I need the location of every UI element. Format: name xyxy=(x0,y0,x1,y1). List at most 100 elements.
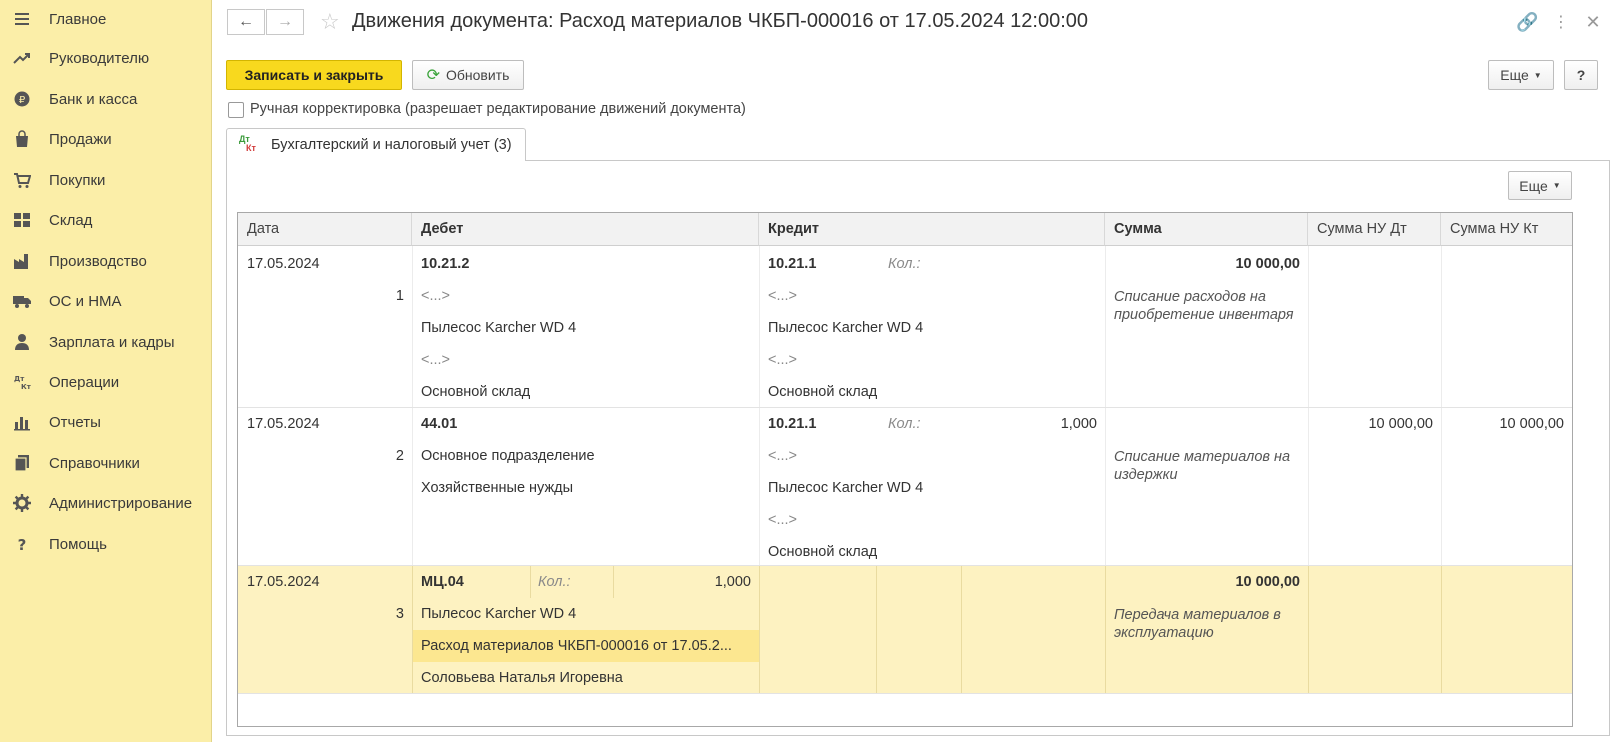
credit-account: 10.21.1 xyxy=(768,416,817,432)
arrow-left-icon: ← xyxy=(238,13,254,30)
debit-subconto: <...> xyxy=(421,352,451,368)
debit-subconto: Пылесос Karcher WD 4 xyxy=(421,320,577,336)
sidebar: Главное Руководителю ₽ Банк и касса Прод… xyxy=(0,0,212,742)
credit-qty-label: Кол.: xyxy=(888,256,921,272)
row-sum: 10 000,00 xyxy=(1235,256,1300,272)
movements-table[interactable]: Дата Дебет Кредит Сумма Сумма НУ Дт Сумм… xyxy=(237,212,1573,727)
sidebar-item-label: Операции xyxy=(49,373,120,391)
tab-accounting[interactable]: Дт Кт Бухгалтерский и налоговый учет (3) xyxy=(226,128,526,161)
column-header-credit[interactable]: Кредит xyxy=(759,213,1105,246)
row-content: Списание материалов на издержки xyxy=(1114,449,1291,483)
debit-subconto: Расход материалов ЧКБП-000016 от 17.05.2… xyxy=(421,638,732,654)
sidebar-item-main[interactable]: Главное xyxy=(0,0,212,38)
row-nu-dt: 10 000,00 xyxy=(1368,416,1433,432)
row-sum: 10 000,00 xyxy=(1235,574,1300,590)
sidebar-item-label: Зарплата и кадры xyxy=(49,333,175,351)
star-icon[interactable]: ☆ xyxy=(320,10,340,34)
sidebar-item-references[interactable]: Справочники xyxy=(0,444,212,482)
panel-more-button[interactable]: Еще ▼ xyxy=(1508,171,1572,200)
credit-subconto: <...> xyxy=(768,512,798,528)
table-row-selected[interactable]: 17.05.2024 3 МЦ.04 Кол.: 1,000 Пылесос K… xyxy=(238,566,1572,694)
svg-text:₽: ₽ xyxy=(19,95,26,106)
refresh-button[interactable]: ⟳ Обновить xyxy=(412,60,524,90)
sidebar-item-operations[interactable]: Дт Кт Операции xyxy=(0,363,212,401)
save-close-label: Записать и закрыть xyxy=(244,67,384,83)
debit-subconto: Основное подразделение xyxy=(421,448,595,464)
row-date: 17.05.2024 xyxy=(247,256,320,272)
sidebar-item-label: Покупки xyxy=(49,171,106,189)
bar-chart-icon xyxy=(12,412,32,432)
sidebar-item-assets[interactable]: ОС и НМА xyxy=(0,282,212,320)
sidebar-item-purchases[interactable]: Покупки xyxy=(0,161,212,199)
close-icon[interactable]: ✕ xyxy=(1582,12,1604,33)
debit-account: 44.01 xyxy=(421,416,458,432)
row-nu-kt: 10 000,00 xyxy=(1499,416,1564,432)
column-header-nu-kt[interactable]: Сумма НУ Кт xyxy=(1441,213,1572,246)
more-button[interactable]: Еще ▼ xyxy=(1488,60,1554,90)
page-title: Движения документа: Расход материалов ЧК… xyxy=(352,10,1089,32)
factory-icon xyxy=(12,251,32,271)
manual-edit-checkbox[interactable] xyxy=(228,102,244,118)
sidebar-item-sales[interactable]: Продажи xyxy=(0,120,212,158)
save-close-button[interactable]: Записать и закрыть xyxy=(226,60,402,90)
refresh-icon: ⟳ xyxy=(426,67,440,84)
credit-subconto: <...> xyxy=(768,352,798,368)
link-icon[interactable]: 🔗 xyxy=(1516,12,1538,33)
debit-subconto: Соловьева Наталья Игоревна xyxy=(421,670,623,686)
shopping-bag-icon xyxy=(12,129,32,149)
table-row[interactable]: 17.05.2024 2 44.01 Основное подразделени… xyxy=(238,408,1572,566)
debit-subconto: Пылесос Karcher WD 4 xyxy=(421,606,577,622)
sidebar-item-admin[interactable]: Администрирование xyxy=(0,484,212,522)
column-header-sum[interactable]: Сумма xyxy=(1105,213,1308,246)
menu-lines-icon xyxy=(12,9,32,29)
svg-text:Дт: Дт xyxy=(14,375,25,383)
sidebar-item-label: ОС и НМА xyxy=(49,292,122,310)
table-row[interactable]: 17.05.2024 1 10.21.2 <...> Пылесос Karch… xyxy=(238,246,1572,408)
more-vertical-icon[interactable]: ⋮ xyxy=(1550,12,1572,32)
row-number: 3 xyxy=(395,606,404,622)
books-icon xyxy=(12,453,32,473)
dropdown-arrow-icon: ▼ xyxy=(1533,70,1542,80)
sidebar-item-bank[interactable]: ₽ Банк и касса xyxy=(0,80,212,118)
refresh-label: Обновить xyxy=(446,67,510,83)
credit-subconto: Пылесос Karcher WD 4 xyxy=(768,480,924,496)
tab-label: Бухгалтерский и налоговый учет (3) xyxy=(271,137,512,153)
sidebar-item-help[interactable]: ? Помощь xyxy=(0,525,212,563)
debit-account: 10.21.2 xyxy=(421,256,470,272)
row-date: 17.05.2024 xyxy=(247,574,320,590)
coin-icon: ₽ xyxy=(12,89,32,109)
column-header-date[interactable]: Дата xyxy=(238,213,412,246)
sidebar-item-label: Администрирование xyxy=(49,494,193,512)
row-number: 2 xyxy=(395,448,404,464)
sidebar-item-production[interactable]: Производство xyxy=(0,242,212,280)
sidebar-item-reports[interactable]: Отчеты xyxy=(0,403,212,441)
sidebar-item-label: Склад xyxy=(49,211,93,229)
tab-icon-kt: Кт xyxy=(246,143,256,153)
dt-kt-icon: Дт Кт xyxy=(239,135,261,155)
debit-subconto: Основной склад xyxy=(421,384,531,400)
sidebar-item-salary[interactable]: Зарплата и кадры xyxy=(0,323,212,361)
truck-icon xyxy=(12,291,32,311)
credit-subconto: Пылесос Karcher WD 4 xyxy=(768,320,924,336)
credit-account: 10.21.1 xyxy=(768,256,817,272)
debit-qty-label: Кол.: xyxy=(538,574,571,590)
sidebar-item-manager[interactable]: Руководителю xyxy=(0,39,212,77)
column-header-debit[interactable]: Дебет xyxy=(412,213,759,246)
debit-subconto: <...> xyxy=(421,288,451,304)
help-button[interactable]: ? xyxy=(1564,60,1598,90)
forward-button[interactable]: → xyxy=(266,9,304,35)
sidebar-item-label: Продажи xyxy=(49,130,112,148)
question-icon: ? xyxy=(12,534,32,554)
sidebar-item-warehouse[interactable]: Склад xyxy=(0,201,212,239)
column-header-nu-dt[interactable]: Сумма НУ Дт xyxy=(1308,213,1441,246)
help-label: ? xyxy=(1576,67,1586,83)
credit-subconto: <...> xyxy=(768,288,798,304)
back-button[interactable]: ← xyxy=(227,9,265,35)
more-label: Еще xyxy=(1500,67,1529,83)
credit-qty: 1,000 xyxy=(1060,416,1097,432)
row-content: Списание расходов на приобретение инвент… xyxy=(1114,289,1294,323)
svg-text:?: ? xyxy=(18,536,27,553)
credit-qty-label: Кол.: xyxy=(888,416,921,432)
debit-qty: 1,000 xyxy=(714,574,751,590)
manual-edit-label: Ручная корректировка (разрешает редактир… xyxy=(250,101,746,117)
